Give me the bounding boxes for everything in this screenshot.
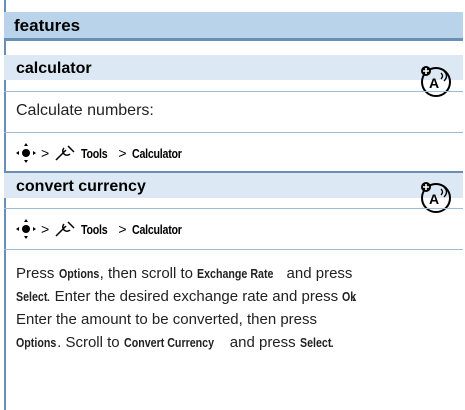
path-separator: > [41, 221, 50, 237]
path-calculator: Calculator [131, 145, 182, 161]
calculator-menu-path: > Tools > Calculator [16, 143, 192, 163]
nav-key-icon [16, 143, 36, 163]
svg-text:A: A [429, 191, 439, 207]
instruction-line: Options. Scroll to Convert Currency and … [16, 331, 456, 354]
currency-instructions: Press Options, then scroll to Exchange R… [16, 262, 456, 354]
currency-menu-path: > Tools > Calculator [16, 219, 192, 239]
path-separator: > [118, 145, 127, 161]
key-select: Select [299, 335, 332, 350]
key-select: Select [16, 289, 48, 304]
header-title: features [14, 16, 81, 35]
network-feature-icon: A [421, 66, 451, 97]
key-convert-currency: Convert Currency [123, 335, 214, 350]
section-rule [4, 132, 463, 133]
section-rule [4, 208, 463, 209]
instruction-line: Press Options, then scroll to Exchange R… [16, 262, 456, 285]
key-options: Options [16, 335, 57, 350]
tools-icon [55, 221, 75, 237]
instruction-line: Enter the amount to be converted, then p… [16, 311, 318, 328]
path-tools: Tools [81, 221, 108, 237]
key-ok: Ok [342, 289, 357, 304]
path-separator: > [41, 145, 50, 161]
currency-title: convert currency [16, 178, 146, 195]
path-calculator: Calculator [131, 221, 182, 237]
svg-text:A: A [429, 75, 439, 91]
calculator-title: calculator [16, 60, 92, 77]
key-exchange-rate: Exchange Rate [197, 266, 274, 281]
path-separator: > [118, 221, 127, 237]
nav-key-icon [16, 219, 36, 239]
features-header: features [4, 12, 463, 41]
instruction-line: Select. Enter the desired exchange rate … [16, 285, 456, 308]
section-rule [4, 91, 463, 92]
path-tools: Tools [81, 145, 108, 161]
calculator-description: Calculate numbers: [16, 102, 154, 119]
manual-page: features calculator A Calculate numbers:… [0, 0, 465, 410]
section-rule [4, 249, 463, 250]
key-options: Options [58, 266, 99, 281]
tools-icon [55, 145, 75, 161]
